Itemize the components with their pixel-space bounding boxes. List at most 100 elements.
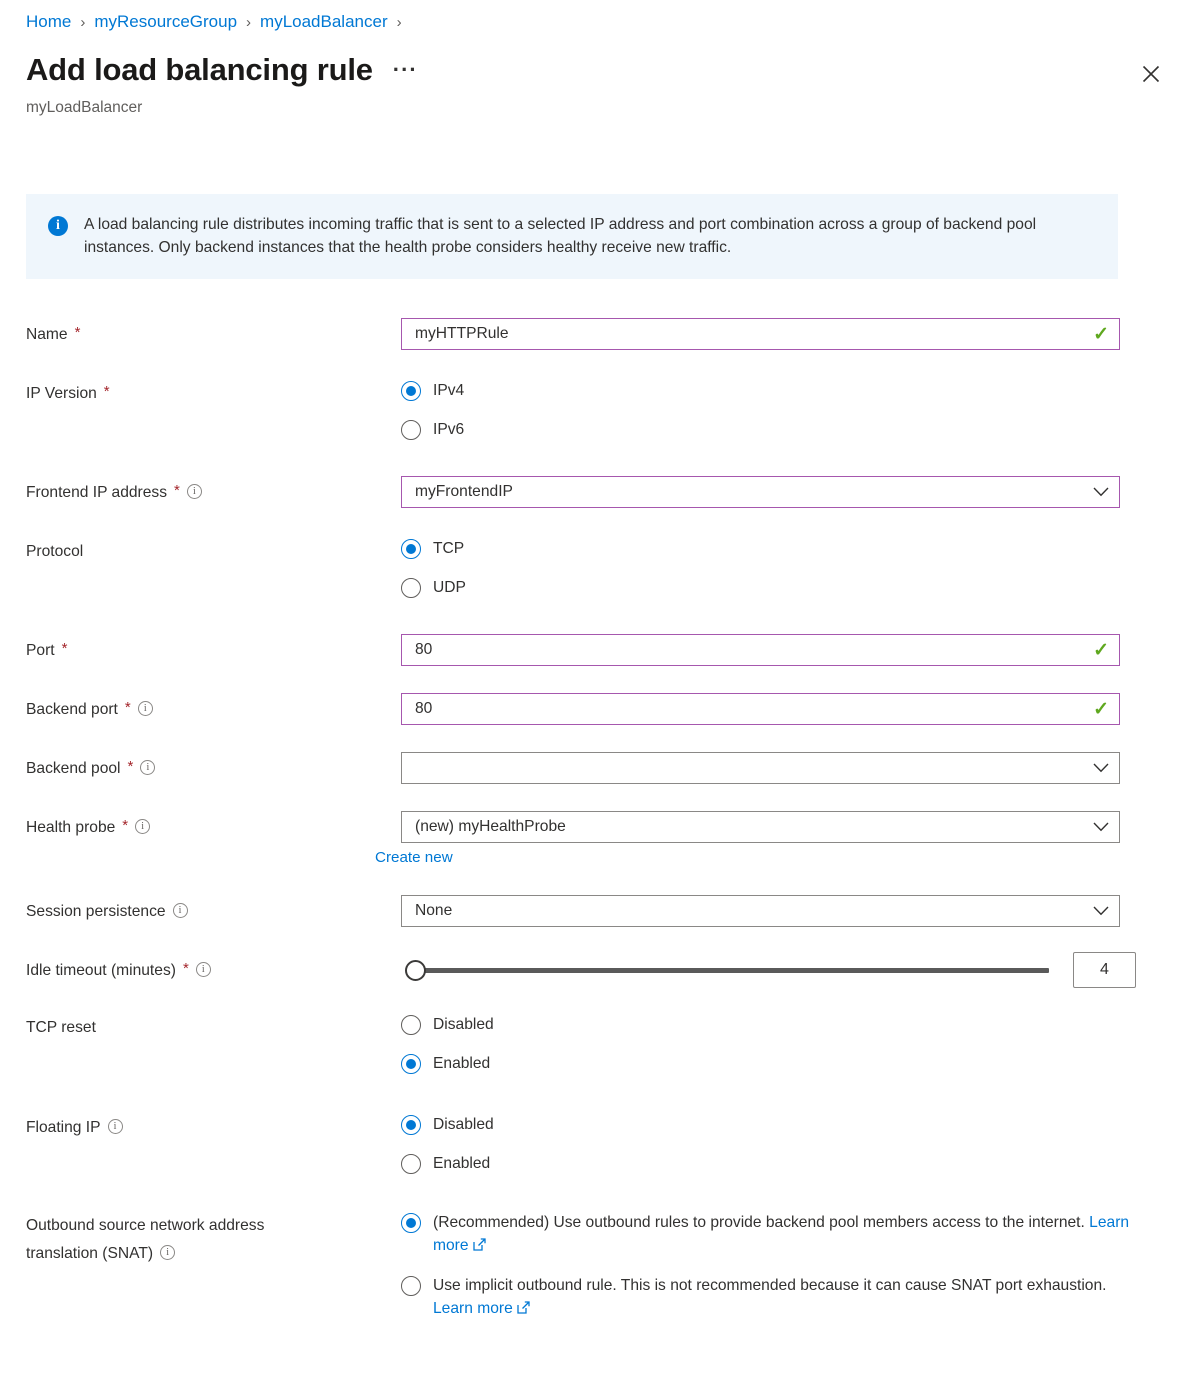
radio-selected-icon (401, 381, 421, 401)
snat-radio-group: (Recommended) Use outbound rules to prov… (401, 1212, 1131, 1320)
backend-port-input[interactable]: 80 ✓ (401, 693, 1120, 725)
radio-unselected-icon (401, 1153, 421, 1174)
info-icon: i (48, 216, 68, 236)
protocol-label: Protocol (26, 543, 84, 560)
breadcrumb-item-home[interactable]: Home (26, 12, 71, 32)
session-persistence-control: None (401, 895, 1120, 927)
ip-version-radio-ipv6[interactable]: IPv6 (401, 419, 464, 442)
snat-control: (Recommended) Use outbound rules to prov… (401, 1212, 1131, 1320)
radio-selected-icon (401, 539, 421, 559)
external-link-icon (472, 1237, 486, 1251)
info-icon[interactable]: i (160, 1245, 176, 1261)
ip-version-label: IP Version * (26, 383, 110, 402)
floating-ip-radio-group: Disabled Enabled (401, 1114, 494, 1175)
port-input-value: 80 (415, 641, 433, 658)
port-input[interactable]: 80 ✓ (401, 634, 1120, 666)
breadcrumb-separator-icon: › (80, 13, 86, 31)
external-link-icon (517, 1301, 530, 1314)
backend-pool-dropdown[interactable] (401, 752, 1120, 784)
ip-version-control: IPv4 IPv6 (401, 380, 464, 441)
info-icon[interactable]: i (186, 484, 202, 499)
frontend-ip-value: myFrontendIP (415, 483, 513, 500)
info-icon[interactable]: i (195, 962, 211, 977)
idle-timeout-slider[interactable] (401, 959, 1049, 981)
required-marker: * (61, 640, 68, 657)
radio-unselected-icon (401, 419, 421, 440)
health-probe-value: (new) myHealthProbe (415, 818, 566, 835)
required-marker: * (174, 482, 180, 499)
info-banner-text: A load balancing rule distributes incomi… (84, 216, 1037, 256)
radio-unselected-icon (401, 577, 421, 598)
floating-ip-control: Disabled Enabled (401, 1114, 494, 1175)
page-title: Add load balancing rule ··· (26, 52, 418, 88)
session-persistence-value: None (415, 902, 453, 919)
radio-selected-icon (401, 1213, 421, 1233)
name-input[interactable]: myHTTPRule ✓ (401, 318, 1120, 350)
frontend-ip-control: myFrontendIP (401, 476, 1120, 508)
snat-radio-outbound-rules[interactable]: (Recommended) Use outbound rules to prov… (401, 1212, 1131, 1257)
protocol-radio-group: TCP UDP (401, 538, 466, 599)
snat-label-line1: Outbound source network address (26, 1217, 265, 1234)
snat-option-1-text: Use implicit outbound rule. This is not … (433, 1277, 1107, 1317)
required-marker: * (124, 699, 131, 716)
snat-option-0-text: (Recommended) Use outbound rules to prov… (433, 1214, 1130, 1254)
slider-thumb[interactable] (405, 959, 426, 981)
tcp-reset-radio-enabled[interactable]: Enabled (401, 1053, 494, 1076)
idle-timeout-value-box[interactable]: 4 (1073, 952, 1136, 988)
backend-port-label: Backend port * i (26, 699, 396, 720)
session-persistence-label: Session persistence i (26, 901, 396, 922)
slider-track (411, 967, 1049, 973)
required-marker: * (103, 383, 110, 400)
info-icon[interactable]: i (107, 1119, 123, 1134)
radio-selected-icon (401, 1053, 421, 1074)
tcp-reset-label: TCP reset (26, 1019, 96, 1036)
floating-ip-radio-disabled[interactable]: Disabled (401, 1114, 494, 1137)
tcp-reset-radio-disabled[interactable]: Disabled (401, 1014, 494, 1037)
idle-timeout-control: 4 (401, 952, 1136, 988)
backend-port-input-value: 80 (415, 700, 433, 717)
create-new-health-probe-link[interactable]: Create new (375, 849, 453, 866)
snat-label: Outbound source network address translat… (26, 1215, 366, 1264)
required-marker: * (182, 960, 189, 977)
port-label: Port * (26, 640, 68, 659)
floating-ip-label: Floating IP i (26, 1117, 396, 1138)
page-title-text: Add load balancing rule (26, 52, 373, 87)
page-subtitle: myLoadBalancer (26, 99, 143, 116)
learn-more-link[interactable]: Learn more (433, 1300, 513, 1317)
snat-radio-implicit-outbound[interactable]: Use implicit outbound rule. This is not … (401, 1275, 1131, 1320)
info-icon[interactable]: i (172, 903, 188, 918)
info-icon[interactable]: i (137, 701, 153, 716)
health-probe-dropdown[interactable]: (new) myHealthProbe (401, 811, 1120, 843)
protocol-radio-tcp[interactable]: TCP (401, 538, 466, 561)
chevron-down-icon (1093, 822, 1109, 832)
backend-pool-label: Backend pool * i (26, 758, 396, 779)
chevron-down-icon (1093, 763, 1109, 773)
name-label: Name * (26, 324, 81, 343)
backend-port-control: 80 ✓ (401, 693, 1120, 725)
chevron-down-icon (1093, 487, 1109, 497)
tcp-reset-control: Disabled Enabled (401, 1014, 494, 1075)
breadcrumb-item-resource-group[interactable]: myResourceGroup (94, 12, 237, 32)
tcp-reset-radio-group: Disabled Enabled (401, 1014, 494, 1075)
port-control: 80 ✓ (401, 634, 1120, 666)
name-control: myHTTPRule ✓ (401, 318, 1120, 350)
floating-ip-radio-enabled[interactable]: Enabled (401, 1153, 494, 1176)
info-icon[interactable]: i (140, 760, 156, 775)
more-menu-icon[interactable]: ··· (393, 59, 418, 88)
breadcrumb: Home › myResourceGroup › myLoadBalancer … (26, 12, 402, 32)
ip-version-radio-group: IPv4 IPv6 (401, 380, 464, 441)
protocol-radio-udp[interactable]: UDP (401, 577, 466, 600)
breadcrumb-separator-icon: › (246, 13, 252, 31)
breadcrumb-item-load-balancer[interactable]: myLoadBalancer (260, 12, 388, 32)
required-marker: * (74, 324, 81, 341)
frontend-ip-dropdown[interactable]: myFrontendIP (401, 476, 1120, 508)
radio-unselected-icon (401, 1276, 421, 1297)
close-button[interactable] (1135, 58, 1167, 90)
health-probe-label: Health probe * i (26, 817, 396, 838)
radio-unselected-icon (401, 1015, 421, 1035)
session-persistence-dropdown[interactable]: None (401, 895, 1120, 927)
info-icon[interactable]: i (135, 819, 151, 834)
health-probe-control: (new) myHealthProbe (401, 811, 1120, 843)
checkmark-icon: ✓ (1093, 323, 1109, 345)
ip-version-radio-ipv4[interactable]: IPv4 (401, 380, 464, 403)
